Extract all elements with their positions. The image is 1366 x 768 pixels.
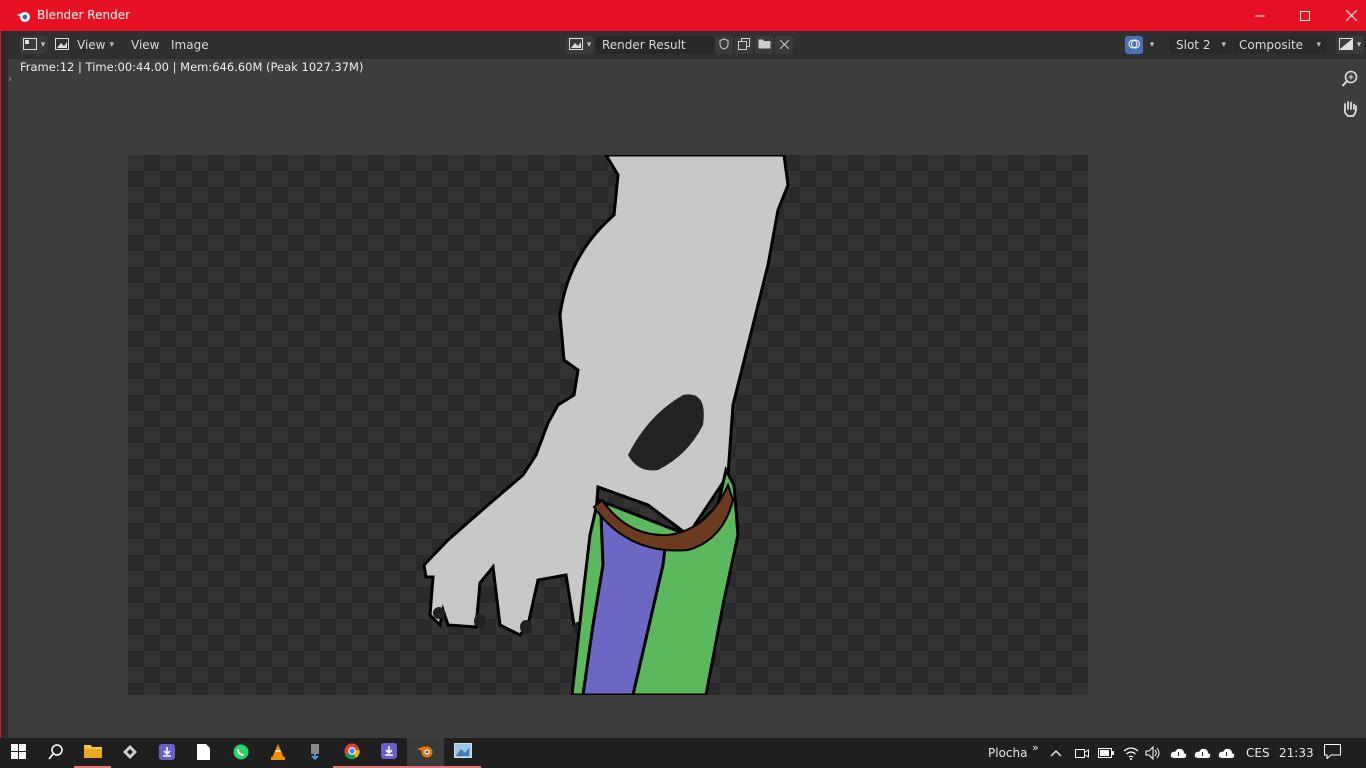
file-explorer-icon [83, 744, 102, 761]
menu-image[interactable]: Image [167, 36, 213, 54]
chevron-down-icon: ▾ [1149, 40, 1155, 50]
taskbar-file-explorer[interactable] [74, 738, 111, 768]
hand-pan-icon [1341, 100, 1359, 121]
overlay-icon [1128, 38, 1140, 53]
taskbar-app[interactable] [111, 738, 148, 768]
battery-icon[interactable] [1098, 738, 1114, 768]
image-name-field[interactable]: Render Result [596, 36, 714, 54]
close-icon [779, 38, 789, 52]
fake-user-button[interactable] [715, 36, 733, 54]
chevron-down-icon: ▾ [40, 40, 46, 50]
blender-logo-icon [16, 8, 32, 24]
image-editor-header: ▾ View ▾ View Image ▾ Render Result ▾ Sl… [8, 31, 1366, 59]
chevron-down-icon: ▾ [1221, 40, 1226, 50]
taskbar-downloader-2[interactable] [370, 738, 407, 768]
title-bar: Blender Render [0, 0, 1366, 31]
sidebar-expand-icon[interactable]: › [8, 74, 12, 85]
onedrive-icon[interactable] [1170, 738, 1187, 768]
open-image-button[interactable] [755, 36, 773, 54]
vlc-icon [270, 743, 286, 763]
close-button[interactable] [1328, 0, 1366, 31]
start-button[interactable] [0, 738, 37, 768]
overlay-toggle-button[interactable] [1125, 36, 1143, 54]
display-channels-button[interactable]: ▾ [1336, 36, 1364, 54]
render-figure-illustration [422, 155, 790, 695]
duplicate-image-button[interactable] [735, 36, 753, 54]
folder-icon [758, 38, 771, 52]
onedrive-icon-2[interactable] [1194, 738, 1211, 768]
windows-taskbar: Plocha » CES 21:33 [0, 738, 1366, 768]
left-edge-strip [0, 31, 8, 738]
zoom-icon [1341, 70, 1359, 91]
usb-icon [310, 743, 320, 763]
image-editor-icon [22, 37, 37, 53]
taskbar-whatsapp[interactable] [222, 738, 259, 768]
downloader-icon [158, 743, 175, 763]
view-mode-label: View [77, 38, 106, 52]
menu-view[interactable]: View [127, 36, 163, 54]
slot-label: Slot 2 [1176, 38, 1211, 52]
layer-label: Composite [1239, 38, 1304, 52]
chevron-down-icon: ▾ [1356, 40, 1362, 50]
zoom-tool-button[interactable] [1336, 68, 1364, 92]
taskbar-vlc[interactable] [259, 738, 296, 768]
taskbar-chrome[interactable] [333, 738, 370, 768]
double-chevron-icon[interactable]: » [1032, 732, 1039, 762]
minimize-button[interactable] [1237, 0, 1283, 31]
notification-icon [1324, 744, 1341, 762]
show-hidden-icons-button[interactable] [1050, 738, 1062, 768]
app-icon [122, 744, 138, 763]
taskbar-photos[interactable] [444, 738, 481, 768]
search-icon [47, 743, 64, 763]
blender-icon [417, 743, 434, 762]
layer-dropdown[interactable]: Composite ▾ [1233, 36, 1327, 54]
duplicate-icon [738, 37, 750, 53]
clock-time[interactable]: 21:33 [1279, 738, 1314, 768]
wifi-icon[interactable] [1123, 738, 1139, 768]
chevron-down-icon: ▾ [586, 40, 592, 50]
chevron-down-icon: ▾ [109, 40, 115, 50]
chevron-down-icon: ▾ [1316, 40, 1321, 50]
nail-shape [474, 614, 486, 628]
maximize-button[interactable] [1282, 0, 1328, 31]
slot-dropdown[interactable]: Slot 2 ▾ [1170, 36, 1232, 54]
chrome-icon [344, 743, 360, 762]
onedrive-icon-3[interactable] [1218, 738, 1235, 768]
overlay-dropdown-button[interactable]: ▾ [1145, 36, 1159, 54]
render-info-text: Frame:12 | Time:00:44.00 | Mem:646.60M (… [20, 60, 364, 74]
taskbar-downloader[interactable] [148, 738, 185, 768]
image-icon [568, 37, 583, 53]
whatsapp-icon [233, 744, 249, 763]
downloader-icon [380, 742, 397, 762]
shield-icon [719, 37, 729, 53]
render-result-canvas[interactable] [128, 155, 1088, 695]
pan-tool-button[interactable] [1336, 98, 1364, 122]
taskbar-blender[interactable] [407, 738, 444, 768]
photos-icon [453, 743, 472, 761]
image-icon [55, 37, 69, 53]
browse-image-button[interactable]: ▾ [566, 36, 594, 54]
desktop-toolbar-label[interactable]: Plocha [988, 738, 1027, 768]
input-language[interactable]: CES [1246, 738, 1270, 768]
taskbar-notepad[interactable] [185, 738, 222, 768]
start-icon [11, 744, 26, 762]
nail-shape [520, 620, 532, 634]
chevron-up-icon [1050, 746, 1062, 760]
nail-shape [433, 607, 445, 619]
meet-now-icon[interactable] [1075, 738, 1089, 768]
view-mode-dropdown[interactable]: View ▾ [55, 36, 117, 54]
window-title: Blender Render [37, 8, 131, 22]
taskbar-usb[interactable] [296, 738, 333, 768]
notepad-icon [197, 743, 210, 763]
editor-type-button[interactable]: ▾ [20, 36, 48, 54]
channels-icon [1338, 37, 1353, 53]
search-button[interactable] [37, 738, 74, 768]
notification-center-button[interactable] [1324, 738, 1341, 768]
volume-icon[interactable] [1145, 738, 1161, 768]
unlink-image-button[interactable] [775, 36, 793, 54]
